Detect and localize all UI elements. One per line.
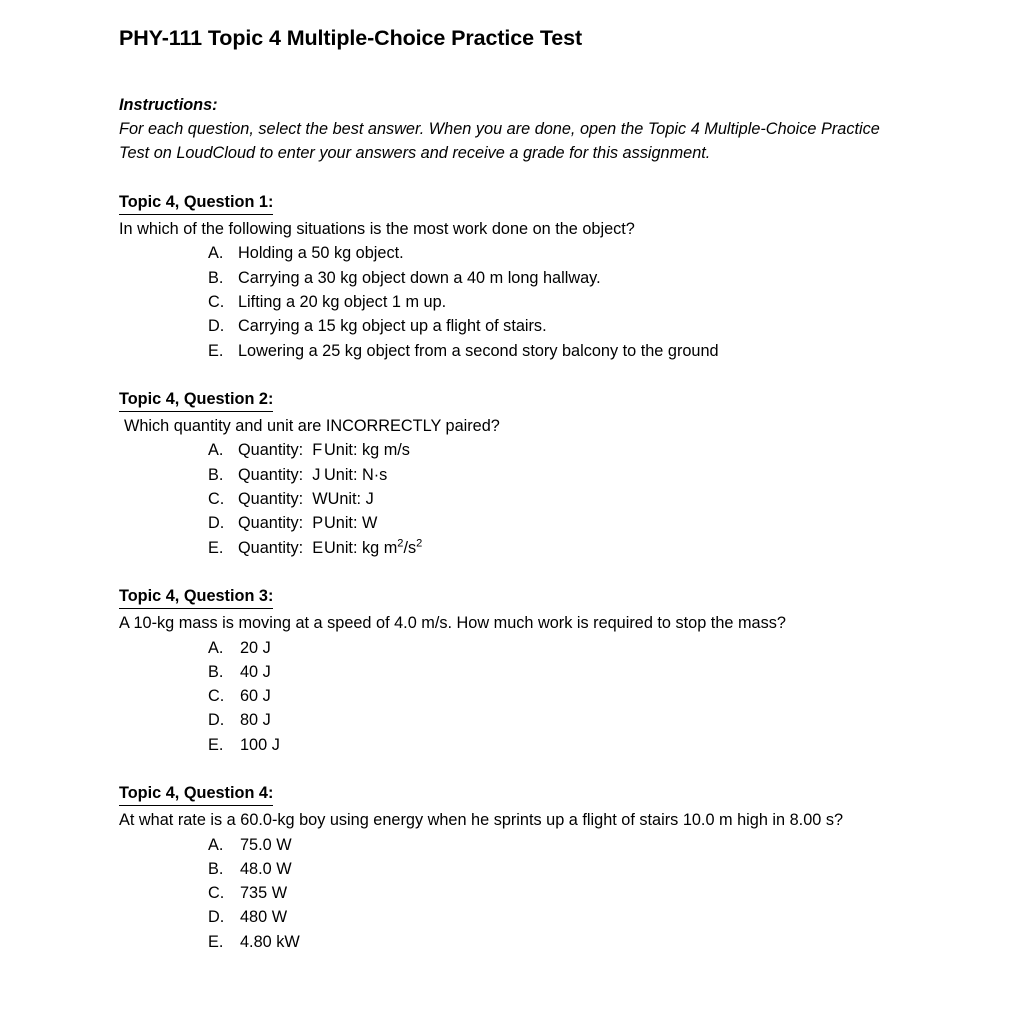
option-item[interactable]: E. 100 J [208, 733, 920, 757]
option-quantity: Quantity: W [238, 490, 328, 509]
option-item[interactable]: C. Quantity: W Unit: J [208, 487, 920, 511]
question-block-4: Topic 4, Question 4: At what rate is a 6… [119, 781, 920, 954]
option-quantity: Quantity: F [238, 441, 323, 460]
option-letter: A. [208, 441, 224, 460]
page-title: PHY-111 Topic 4 Multiple-Choice Practice… [119, 26, 583, 50]
option-unit: Unit: kg m/s [324, 441, 410, 460]
question-stem-2: Which quantity and unit are INCORRECTLY … [124, 417, 500, 436]
instructions-body: For each question, select the best answe… [119, 120, 880, 163]
question-stem-3: A 10-kg mass is moving at a speed of 4.0… [119, 614, 786, 633]
option-text: Lifting a 20 kg object 1 m up. [238, 292, 447, 311]
option-text: 80 J [240, 711, 271, 730]
options-list-2: A. Quantity: F Unit: kg m/s B. Quantity:… [119, 438, 920, 559]
document-page: PHY-111 Topic 4 Multiple-Choice Practice… [0, 0, 1024, 1011]
option-quantity: Quantity: J [238, 465, 321, 484]
option-letter: B. [208, 859, 224, 878]
option-letter: A. [208, 835, 224, 854]
option-letter: C. [208, 884, 225, 903]
option-letter: C. [208, 687, 225, 706]
option-item[interactable]: B. 40 J [208, 660, 920, 684]
option-letter: D. [208, 317, 225, 336]
question-heading-2: Topic 4, Question 2: [119, 387, 274, 413]
instructions-section: Instructions: For each question, select … [119, 93, 920, 166]
option-text: 48.0 W [240, 859, 292, 878]
option-text: 75.0 W [240, 835, 292, 854]
option-unit: Unit: J [327, 490, 374, 509]
option-unit: Unit: W [324, 514, 378, 533]
option-letter: B. [208, 465, 224, 484]
option-quantity: Quantity: E [238, 538, 324, 557]
option-item[interactable]: E. Lowering a 25 kg object from a second… [208, 339, 920, 363]
question-heading-4: Topic 4, Question 4: [119, 781, 274, 807]
option-item[interactable]: A. Holding a 50 kg object. [208, 241, 920, 265]
question-stem-1: In which of the following situations is … [119, 220, 635, 239]
option-letter: E. [208, 341, 224, 360]
option-item[interactable]: D. 480 W [208, 905, 920, 929]
question-stem-4: At what rate is a 60.0-kg boy using ener… [119, 811, 844, 830]
option-item[interactable]: D. Carrying a 15 kg object up a flight o… [208, 314, 920, 338]
option-letter: D. [208, 514, 225, 533]
option-text: 20 J [240, 638, 271, 657]
question-heading-3: Topic 4, Question 3: [119, 584, 274, 610]
option-item[interactable]: D. 80 J [208, 708, 920, 732]
option-letter: C. [208, 292, 225, 311]
option-letter: D. [208, 711, 225, 730]
option-unit: Unit: kg m2/s2 [324, 537, 423, 557]
question-block-1: Topic 4, Question 1: In which of the fol… [119, 190, 920, 363]
option-letter: B. [208, 268, 224, 287]
option-text: Holding a 50 kg object. [238, 244, 404, 263]
options-list-4: A. 75.0 W B. 48.0 W C. 735 W D. 480 W E.… [119, 833, 920, 954]
question-block-2: Topic 4, Question 2: Which quantity and … [119, 387, 920, 560]
options-list-3: A. 20 J B. 40 J C. 60 J D. 80 J E. 100 J [119, 636, 920, 757]
option-letter: B. [208, 662, 224, 681]
option-text: 100 J [240, 735, 280, 754]
option-item[interactable]: B. 48.0 W [208, 857, 920, 881]
option-text: 60 J [240, 687, 271, 706]
option-item[interactable]: E. Quantity: E Unit: kg m2/s2 [208, 536, 920, 560]
option-text: Carrying a 30 kg object down a 40 m long… [238, 268, 601, 287]
option-letter: E. [208, 538, 224, 557]
option-letter: A. [208, 244, 224, 263]
option-letter: C. [208, 490, 225, 509]
option-text: 480 W [240, 908, 288, 927]
instructions-heading: Instructions: [119, 95, 218, 114]
option-item[interactable]: A. 75.0 W [208, 833, 920, 857]
option-item[interactable]: C. 60 J [208, 684, 920, 708]
option-letter: A. [208, 638, 224, 657]
option-letter: E. [208, 735, 224, 754]
option-text: 40 J [240, 662, 271, 681]
option-item[interactable]: A. Quantity: F Unit: kg m/s [208, 438, 920, 462]
options-list-1: A. Holding a 50 kg object. B. Carrying a… [119, 241, 920, 362]
option-item[interactable]: E. 4.80 kW [208, 930, 920, 954]
option-item[interactable]: B. Carrying a 30 kg object down a 40 m l… [208, 266, 920, 290]
option-item[interactable]: C. 735 W [208, 881, 920, 905]
question-block-3: Topic 4, Question 3: A 10-kg mass is mov… [119, 584, 920, 757]
option-quantity: Quantity: P [238, 514, 324, 533]
option-item[interactable]: A. 20 J [208, 636, 920, 660]
option-item[interactable]: D. Quantity: P Unit: W [208, 511, 920, 535]
option-letter: E. [208, 932, 224, 951]
option-letter: D. [208, 908, 225, 927]
question-heading-1: Topic 4, Question 1: [119, 190, 274, 216]
option-item[interactable]: B. Quantity: J Unit: N·s [208, 463, 920, 487]
option-text: 4.80 kW [240, 932, 300, 951]
option-unit: Unit: N·s [324, 465, 388, 484]
option-text: 735 W [240, 884, 288, 903]
option-item[interactable]: C. Lifting a 20 kg object 1 m up. [208, 290, 920, 314]
option-text: Carrying a 15 kg object up a flight of s… [238, 317, 547, 336]
option-text: Lowering a 25 kg object from a second st… [238, 341, 719, 360]
